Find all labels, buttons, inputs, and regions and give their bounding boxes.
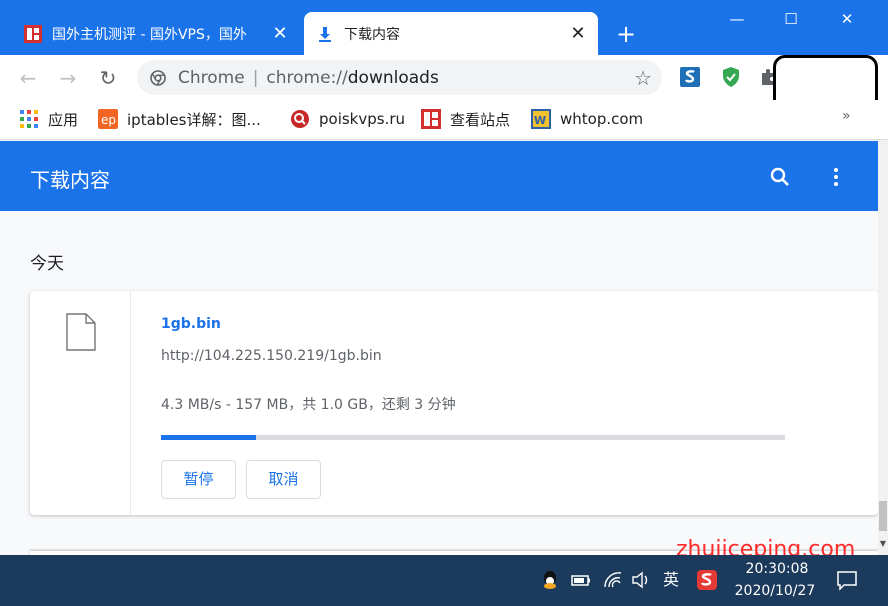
bookmark-iptables[interactable]: ep iptables详解：图... <box>98 108 261 130</box>
bookmark-poiskvps[interactable]: poiskvps.ru <box>290 108 405 130</box>
minimize-button[interactable]: — <box>722 6 752 32</box>
svg-text:W: W <box>534 114 546 127</box>
ime-indicator[interactable]: 英 <box>660 569 682 591</box>
bookmarks-bar: 应用 ep iptables详解：图... poiskvps.ru 查看站点 W <box>0 100 888 140</box>
scroll-down-icon[interactable]: ▼ <box>878 539 888 553</box>
svg-text:ep: ep <box>101 113 116 127</box>
sogou-input-icon[interactable] <box>696 569 718 591</box>
url-separator: | <box>252 67 259 88</box>
url-scheme: chrome:// <box>266 67 348 88</box>
search-icon[interactable] <box>766 163 794 191</box>
file-name-link[interactable]: 1gb.bin <box>161 316 221 332</box>
url-path: downloads <box>347 67 439 88</box>
bookmark-star-icon[interactable]: ☆ <box>634 66 652 90</box>
page-scrollbar[interactable]: ▼ <box>878 141 888 555</box>
bookmark-label: whtop.com <box>560 110 644 128</box>
site-label: Chrome <box>178 67 245 88</box>
browser-toolbar: ← → ↻ Chrome | chrome://downloads ☆ <box>0 55 888 100</box>
downloads-header: 下载内容 <box>0 141 878 211</box>
bookmark-label: 查看站点 <box>450 110 511 129</box>
notification-icon[interactable] <box>836 569 858 591</box>
qq-icon[interactable] <box>540 569 560 591</box>
downloads-content: 今天 1gb.bin http://104.225.150.219/1gb.bi… <box>0 211 878 555</box>
pause-button[interactable]: 暂停 <box>161 460 236 499</box>
apps-grid-icon <box>20 110 38 128</box>
bookmark-apps[interactable]: 应用 <box>19 108 78 130</box>
download-item-card: 1gb.bin http://104.225.150.219/1gb.bin 4… <box>30 291 878 515</box>
file-url[interactable]: http://104.225.150.219/1gb.bin <box>161 348 382 364</box>
download-status: 4.3 MB/s - 157 MB，共 1.0 GB，还剩 3 分钟 <box>161 397 456 413</box>
volume-icon[interactable] <box>630 569 652 591</box>
bookmark-label: iptables详解：图... <box>127 110 261 129</box>
ep-logo-icon: ep <box>98 109 118 129</box>
whtop-icon: W <box>531 109 551 129</box>
section-date: 今天 <box>30 254 64 274</box>
tab-zhujiceping[interactable]: 国外主机测评 - 国外VPS，国外 ✕ <box>12 12 300 55</box>
tab-close-icon[interactable]: ✕ <box>566 22 590 46</box>
shield-extension-icon[interactable] <box>720 66 742 88</box>
file-icon-column <box>30 291 131 515</box>
tab-strip: 国外主机测评 - 国外VPS，国外 ✕ 下载内容 ✕ + — ☐ ✕ <box>0 0 888 55</box>
tab-title: 国外主机测评 - 国外VPS，国外 <box>52 26 247 43</box>
tab-close-icon[interactable]: ✕ <box>268 22 292 46</box>
close-window-button[interactable]: ✕ <box>832 6 862 32</box>
maximize-button[interactable]: ☐ <box>776 6 806 32</box>
back-button[interactable]: ← <box>14 64 42 92</box>
reload-button[interactable]: ↻ <box>94 64 122 92</box>
new-tab-button[interactable]: + <box>612 20 640 48</box>
bookmarks-overflow-icon[interactable]: » <box>842 108 851 124</box>
battery-icon[interactable] <box>570 569 592 591</box>
bookmark-whtop[interactable]: W whtop.com <box>531 108 643 130</box>
windows-taskbar: 英 20:30:08 2020/10/27 <box>0 555 888 606</box>
site-red-icon <box>24 24 42 43</box>
download-icon <box>319 26 331 42</box>
chrome-icon <box>150 69 166 86</box>
bookmark-check-site[interactable]: 查看站点 <box>421 108 510 130</box>
poiskvps-icon <box>291 110 309 128</box>
tab-downloads[interactable]: 下载内容 ✕ <box>304 12 598 55</box>
page-title: 下载内容 <box>30 168 110 192</box>
site-red-icon <box>421 109 441 129</box>
more-vert-icon[interactable] <box>822 163 850 191</box>
wifi-icon[interactable] <box>602 569 624 591</box>
progress-fill <box>161 435 257 440</box>
tab-title: 下载内容 <box>344 26 400 43</box>
address-bar[interactable]: Chrome | chrome://downloads ☆ <box>137 60 662 95</box>
download-progress-bar <box>161 435 785 440</box>
clock-time[interactable]: 20:30:08 <box>742 561 812 577</box>
bookmark-label: 应用 <box>48 110 79 129</box>
bookmark-label: poiskvps.ru <box>319 110 406 128</box>
forward-button[interactable]: → <box>54 64 82 92</box>
clock-date[interactable]: 2020/10/27 <box>730 583 820 599</box>
scroll-thumb[interactable] <box>879 501 887 531</box>
cancel-button[interactable]: 取消 <box>246 460 321 499</box>
file-icon <box>66 313 96 351</box>
extension-s-icon[interactable] <box>679 66 701 88</box>
